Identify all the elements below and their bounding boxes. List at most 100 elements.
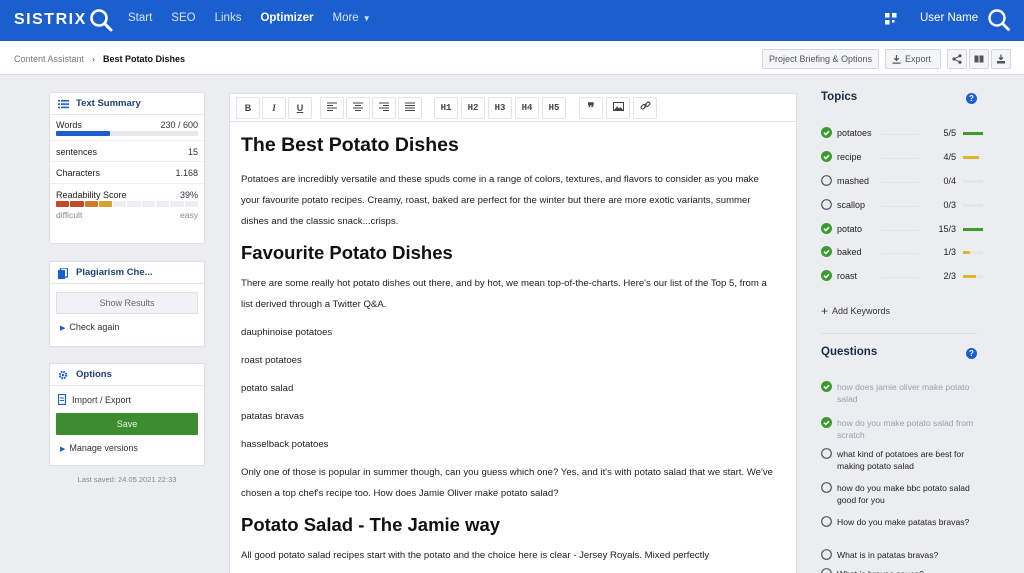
paragraph[interactable]: Potatoes are incredibly versatile and th… [241, 169, 775, 232]
topic-row[interactable]: roast 2/3 [821, 269, 983, 283]
apps-grid-icon[interactable] [885, 13, 897, 25]
align-right-button[interactable] [372, 97, 396, 119]
search-icon[interactable] [987, 8, 1011, 32]
question-item[interactable]: what kind of potatoes are best for makin… [821, 448, 977, 472]
h3-button[interactable]: H3 [488, 97, 512, 119]
magnifier-logo-icon [89, 9, 113, 32]
topic-progress-fill [963, 275, 977, 278]
list-item[interactable]: potato salad [241, 378, 775, 399]
bold-button[interactable]: B [236, 97, 260, 119]
topic-row[interactable]: potatoes 5/5 [821, 126, 983, 140]
topics-help-icon[interactable]: ? [966, 93, 977, 104]
list-item[interactable]: dauphinoise potatoes [241, 322, 775, 343]
question-item[interactable]: how do you make potato salad from scratc… [821, 417, 977, 441]
check-circle-icon [821, 381, 832, 392]
paragraph[interactable]: There are some really hot potato dishes … [241, 273, 775, 315]
topic-count: 15/3 [938, 224, 956, 234]
topic-row[interactable]: baked 1/3 [821, 245, 983, 259]
italic-button[interactable]: I [262, 97, 286, 119]
h5-button[interactable]: H5 [542, 97, 566, 119]
options-title: Options [76, 369, 112, 380]
list-item[interactable]: patatas bravas [241, 406, 775, 427]
project-briefing-button[interactable]: Project Briefing & Options [762, 49, 880, 69]
last-saved-text: Last saved: 24.05.2021 22:33 [77, 475, 177, 484]
main-nav: Start SEO Links Optimizer More ▼ [128, 12, 409, 24]
share-button[interactable] [947, 49, 967, 69]
download-pdf-button[interactable] [991, 49, 1011, 69]
question-item[interactable]: how do you make bbc potato salad good fo… [821, 482, 977, 506]
topic-count: 5/5 [943, 128, 956, 138]
editor-panel: B I U H1 H2 H3 H4 H5 ❞ The Best Potato D… [229, 93, 797, 573]
readability-segment [84, 201, 98, 207]
topic-progress-fill [963, 251, 970, 254]
question-item[interactable]: how does jamie oliver make potato salad [821, 381, 977, 405]
check-again-link[interactable]: ▶ Check again [50, 322, 204, 332]
export-button[interactable]: Export [885, 49, 941, 69]
align-justify-button[interactable] [398, 97, 422, 119]
document-content[interactable]: The Best Potato Dishes Potatoes are incr… [230, 122, 775, 566]
heading-favourite[interactable]: Favourite Potato Dishes [241, 242, 775, 264]
book-button[interactable] [969, 49, 989, 69]
topic-row[interactable]: recipe 4/5 [821, 150, 983, 164]
sistrix-logo[interactable]: SISTRIX [14, 8, 113, 32]
question-item[interactable]: How do you make patatas bravas? [821, 516, 977, 528]
topic-count: 2/3 [943, 271, 956, 281]
sentences-row: sentences 15 [50, 140, 204, 162]
align-center-button[interactable] [346, 97, 370, 119]
quote-button[interactable]: ❞ [579, 97, 603, 119]
h4-button[interactable]: H4 [515, 97, 539, 119]
nav-more-label: More [332, 12, 359, 24]
readability-segment [141, 201, 156, 207]
link-icon [640, 101, 650, 110]
topic-progress-fill [963, 228, 983, 231]
topic-progress-bar [963, 132, 983, 135]
image-button[interactable] [606, 97, 630, 119]
document-title[interactable]: The Best Potato Dishes [241, 134, 775, 157]
list-item[interactable]: roast potatoes [241, 350, 775, 371]
heading-potato-salad[interactable]: Potato Salad - The Jamie way [241, 514, 775, 536]
align-right-icon [379, 102, 389, 112]
sentences-label: sentences [56, 147, 98, 157]
topic-name: scallop [837, 200, 866, 210]
align-center-icon [353, 102, 363, 112]
user-name[interactable]: User Name [920, 12, 978, 24]
h2-button[interactable]: H2 [461, 97, 485, 119]
import-export-link[interactable]: Import / Export [50, 394, 204, 405]
breadcrumb-parent[interactable]: Content Assistant [14, 54, 84, 64]
empty-circle-icon [821, 448, 832, 459]
questions-title: Questions [821, 346, 878, 358]
save-button[interactable]: Save [56, 413, 198, 435]
link-button[interactable] [633, 97, 657, 119]
empty-circle-icon [821, 175, 832, 186]
nav-seo[interactable]: SEO [171, 12, 195, 24]
question-text: How do you make patatas bravas? [837, 517, 970, 527]
empty-circle-icon [821, 482, 832, 493]
words-progress-fill [56, 131, 111, 136]
nav-more[interactable]: More ▼ [333, 12, 390, 24]
question-item[interactable]: What is in patatas bravas? [821, 549, 977, 561]
add-keywords-button[interactable]: + Add Keywords [821, 304, 890, 318]
question-text: how do you make bbc potato salad good fo… [837, 483, 970, 505]
check-circle-icon [821, 151, 832, 162]
paragraph[interactable]: All good potato salad recipes start with… [241, 545, 775, 566]
h1-button[interactable]: H1 [434, 97, 458, 119]
underline-button[interactable]: U [288, 97, 312, 119]
topic-row[interactable]: potato 15/3 [821, 222, 983, 236]
paragraph[interactable]: Only one of those is popular in summer t… [241, 462, 775, 504]
manage-versions-link[interactable]: ▶ Manage versions [50, 443, 204, 453]
list-item[interactable]: hasselback potatoes [241, 434, 775, 455]
topic-leader-line [881, 253, 919, 254]
right-sidebar: Topics ? potatoes 5/5 recipe 4/5 mashed 0/4 sc… [812, 75, 983, 573]
show-results-button[interactable]: Show Results [56, 292, 198, 314]
topic-row[interactable]: scallop 0/3 [821, 198, 983, 212]
questions-help-icon[interactable]: ? [966, 348, 977, 359]
topic-row[interactable]: mashed 0/4 [821, 174, 983, 188]
nav-links[interactable]: Links [215, 12, 242, 24]
nav-start[interactable]: Start [128, 12, 152, 24]
nav-optimizer[interactable]: Optimizer [260, 12, 313, 24]
question-item[interactable]: What is bravas sauce? [821, 568, 977, 573]
empty-circle-icon [821, 199, 832, 210]
topic-count: 4/5 [943, 152, 956, 162]
readability-segment [98, 201, 113, 207]
align-left-button[interactable] [320, 97, 344, 119]
